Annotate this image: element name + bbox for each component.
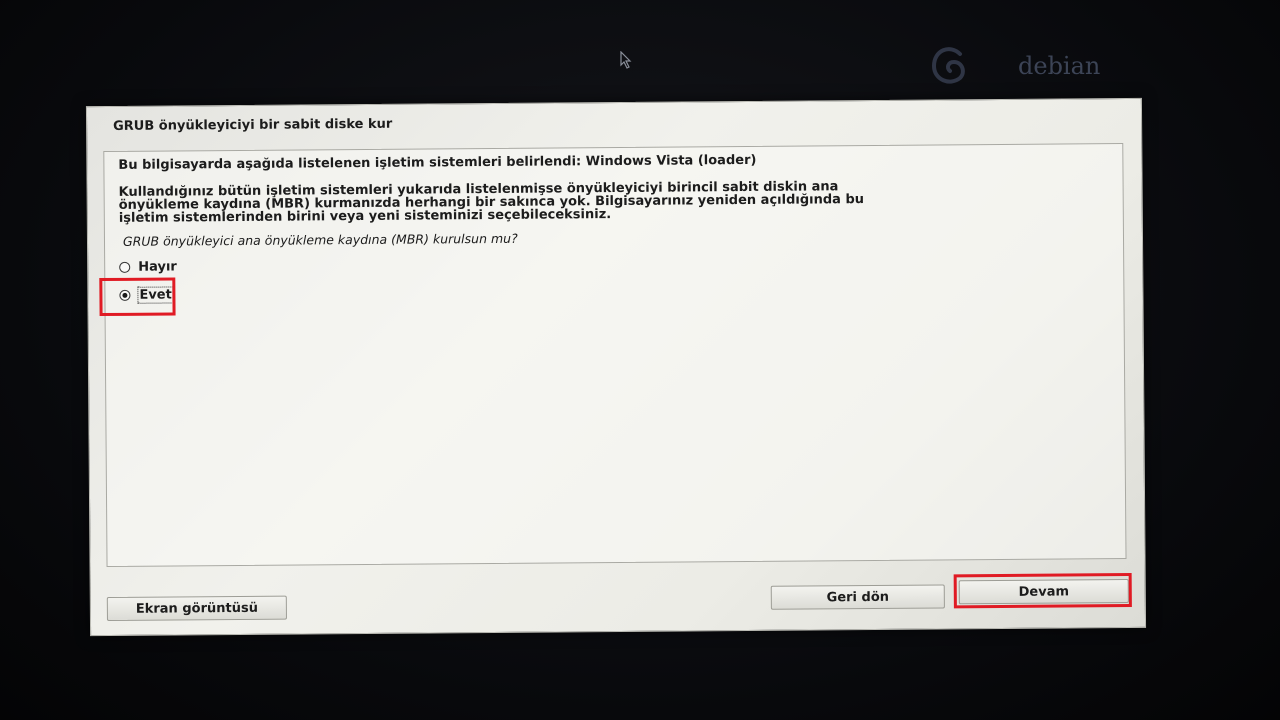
dialog-content: Bu bilgisayarda aşağıda listelenen işlet… [99,143,1127,568]
radio-unchecked-icon[interactable] [119,261,131,273]
debian-logo-text: debian [1018,52,1101,80]
detected-os-text: Bu bilgisayarda aşağıda listelenen işlet… [118,152,757,173]
back-button[interactable]: Geri dön [770,584,945,610]
installer-dialog: GRUB önyükleyiciyi bir sabit diske kur B… [85,97,1147,637]
evet-highlight-box [99,277,176,317]
screenshot-button[interactable]: Ekran görüntüsü [106,595,287,622]
option-hayir[interactable]: Hayır [119,257,177,275]
option-label: Hayır [138,258,177,275]
debian-swirl-icon [920,36,980,96]
mouse-cursor-icon [620,50,634,69]
devam-highlight-box [953,572,1132,609]
dialog-title: GRUB önyükleyiciyi bir sabit diske kur [113,116,393,134]
installer-screen: debian GRUB önyükleyiciyi bir sabit disk… [0,0,1280,720]
install-question: GRUB önyükleyici ana önyükleme kaydına (… [122,230,518,249]
explanation-text: Kullandığınız bütün işletim sistemleri y… [119,178,1089,226]
debian-branding: debian [900,30,1130,100]
